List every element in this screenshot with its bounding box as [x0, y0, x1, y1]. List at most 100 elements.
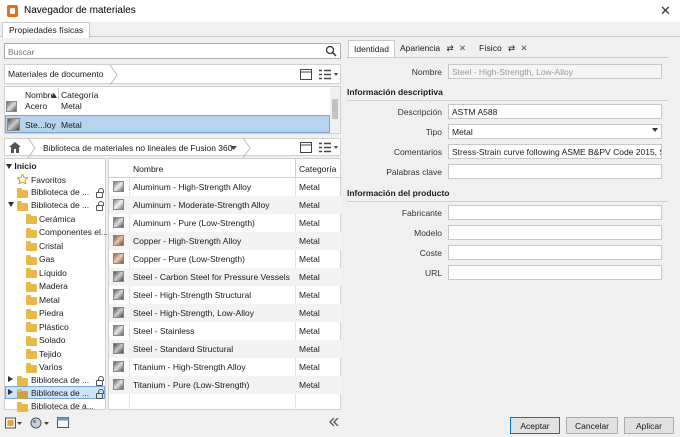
collapse-panel-icon[interactable]	[329, 418, 339, 426]
tree-item-library[interactable]: Biblioteca de ...	[31, 187, 89, 197]
column-header-category[interactable]: Categoría	[299, 164, 336, 174]
material-row[interactable]: Steel - Stainless Metal	[109, 322, 342, 340]
manufacturer-field[interactable]	[448, 205, 662, 220]
tree-category[interactable]: Cerámica	[39, 214, 75, 224]
material-create-icon[interactable]	[30, 417, 50, 429]
material-swatch	[113, 181, 124, 192]
tab-physical[interactable]: Físico ⇄ ✕	[474, 40, 533, 57]
material-row[interactable]: Titanium - High-Strength Alloy Metal	[109, 358, 342, 376]
keywords-field[interactable]	[448, 164, 662, 179]
material-name: Steel - Carbon Steel for Pressure Vessel…	[133, 272, 290, 282]
model-field[interactable]	[448, 225, 662, 240]
tree-item-favorites[interactable]: Favoritos	[31, 175, 66, 185]
library-tree: Inicio Favoritos Biblioteca de ... Bibli…	[4, 158, 108, 412]
tree-category[interactable]: Madera	[39, 281, 68, 291]
apply-button[interactable]: Aplicar	[624, 417, 674, 434]
close-tab-icon[interactable]: ✕	[521, 43, 528, 53]
folder-icon	[26, 255, 37, 265]
tab-identity[interactable]: Identidad	[348, 40, 395, 57]
list-view-dropdown-icon[interactable]	[319, 142, 339, 153]
material-row[interactable]: Titanium - Pure (Low-Strength) Metal	[109, 376, 342, 394]
tree-item-library[interactable]: Biblioteca de ...	[31, 375, 89, 385]
doc-material-row-selected[interactable]: Ste...loy Metal	[5, 115, 330, 133]
tree-category[interactable]: Piedra	[39, 308, 64, 318]
accept-button[interactable]: Aceptar	[510, 417, 560, 434]
library-name[interactable]: Biblioteca de materiales no lineales de …	[43, 143, 232, 153]
material-category: Metal	[299, 362, 320, 372]
cancel-button[interactable]: Cancelar	[566, 417, 618, 434]
comments-field[interactable]: Stress-Strain curve following ASME B&PV …	[448, 144, 662, 159]
material-swatch	[113, 199, 124, 210]
material-row[interactable]: Steel - High-Strength, Low-Alloy Metal	[109, 304, 342, 322]
material-swatch	[113, 343, 124, 354]
tree-item-library[interactable]: Biblioteca de ...	[31, 200, 89, 210]
expand-arrow-icon[interactable]	[8, 376, 13, 382]
search-box[interactable]	[4, 43, 341, 59]
materials-list: Nombre Categoría Aluminum - High-Strengt…	[108, 158, 342, 410]
lock-icon	[96, 188, 104, 198]
tree-category[interactable]: Líquido	[39, 268, 67, 278]
material-name: Steel - High-Strength Structural	[133, 290, 252, 300]
expand-arrow-icon[interactable]	[8, 389, 13, 395]
tree-item-library[interactable]: Biblioteca de a...	[31, 401, 94, 411]
swap-icon[interactable]: ⇄	[508, 43, 515, 53]
tree-category[interactable]: Varios	[39, 362, 62, 372]
folder-icon	[26, 241, 37, 251]
column-header-name[interactable]: Nombre	[133, 164, 163, 174]
tree-category[interactable]: Plástico	[39, 322, 69, 332]
material-row[interactable]: Copper - High-Strength Alloy Metal	[109, 232, 342, 250]
tree-category[interactable]: Gas	[39, 254, 55, 264]
tree-category[interactable]: Tejido	[39, 349, 61, 359]
material-name: Steel - Standard Structural	[133, 344, 234, 354]
materials-list-header: Nombre Categoría	[109, 159, 342, 178]
material-row[interactable]: Aluminum - High-Strength Alloy Metal	[109, 178, 342, 196]
search-input[interactable]	[8, 46, 308, 57]
close-icon[interactable]: ✕	[660, 3, 671, 19]
panel-view-icon[interactable]	[300, 142, 312, 153]
cost-field[interactable]	[448, 245, 662, 260]
tree-category[interactable]: Metal	[39, 295, 60, 305]
material-row[interactable]: Steel - Carbon Steel for Pressure Vessel…	[109, 268, 342, 286]
url-field[interactable]	[448, 265, 662, 280]
folder-icon	[26, 363, 37, 373]
close-tab-icon[interactable]: ✕	[459, 43, 466, 53]
breadcrumb-chevron-icon	[27, 138, 36, 158]
material-row[interactable]: Aluminum - Pure (Low-Strength) Metal	[109, 214, 342, 232]
tab-physical-properties[interactable]: Propiedades físicas	[2, 22, 91, 38]
material-category: Metal	[299, 200, 320, 210]
tree-category[interactable]: Componentes el...	[39, 227, 108, 237]
swap-icon[interactable]: ⇄	[447, 43, 454, 53]
material-row[interactable]: Steel - Standard Structural Metal	[109, 340, 342, 358]
material-row[interactable]: Copper - Pure (Low-Strength) Metal	[109, 250, 342, 268]
folder-icon	[26, 268, 37, 278]
material-swatch	[113, 289, 124, 300]
tab-appearance[interactable]: Apariencia ⇄ ✕	[395, 40, 471, 57]
collapse-arrow-icon[interactable]	[8, 202, 14, 207]
tree-category[interactable]: Solado	[39, 335, 65, 345]
tree-root[interactable]: Inicio	[6, 161, 37, 171]
folder-icon	[26, 228, 37, 238]
folder-icon	[26, 282, 37, 292]
chevron-down-icon[interactable]	[230, 146, 237, 150]
name-field: Steel - High-Strength, Low-Alloy	[448, 64, 662, 79]
doc-table-scrollbar[interactable]	[330, 87, 340, 133]
material-category: Metal	[299, 236, 320, 246]
library-options-icon[interactable]	[5, 417, 23, 429]
search-icon[interactable]	[325, 45, 337, 57]
tree-category[interactable]: Cristal	[39, 241, 63, 251]
collapse-arrow-icon[interactable]	[6, 164, 12, 170]
folder-icon	[17, 201, 28, 211]
description-field[interactable]: ASTM A588	[448, 104, 662, 119]
home-icon[interactable]	[9, 142, 21, 153]
list-view-dropdown-icon[interactable]	[319, 69, 339, 80]
type-select[interactable]: Metal	[448, 124, 662, 139]
material-swatch	[113, 361, 124, 372]
panel-view-icon[interactable]	[300, 69, 312, 80]
material-category: Metal	[299, 308, 320, 318]
panel-toggle-icon[interactable]	[57, 417, 69, 428]
material-row[interactable]: Aluminum - Moderate-Strength Alloy Metal	[109, 196, 342, 214]
column-header-category[interactable]: Categoría	[61, 90, 98, 100]
tree-item-library[interactable]: Biblioteca de ...	[31, 388, 89, 398]
doc-material-row[interactable]: Acero Metal	[5, 100, 330, 113]
material-row[interactable]: Steel - High-Strength Structural Metal	[109, 286, 342, 304]
